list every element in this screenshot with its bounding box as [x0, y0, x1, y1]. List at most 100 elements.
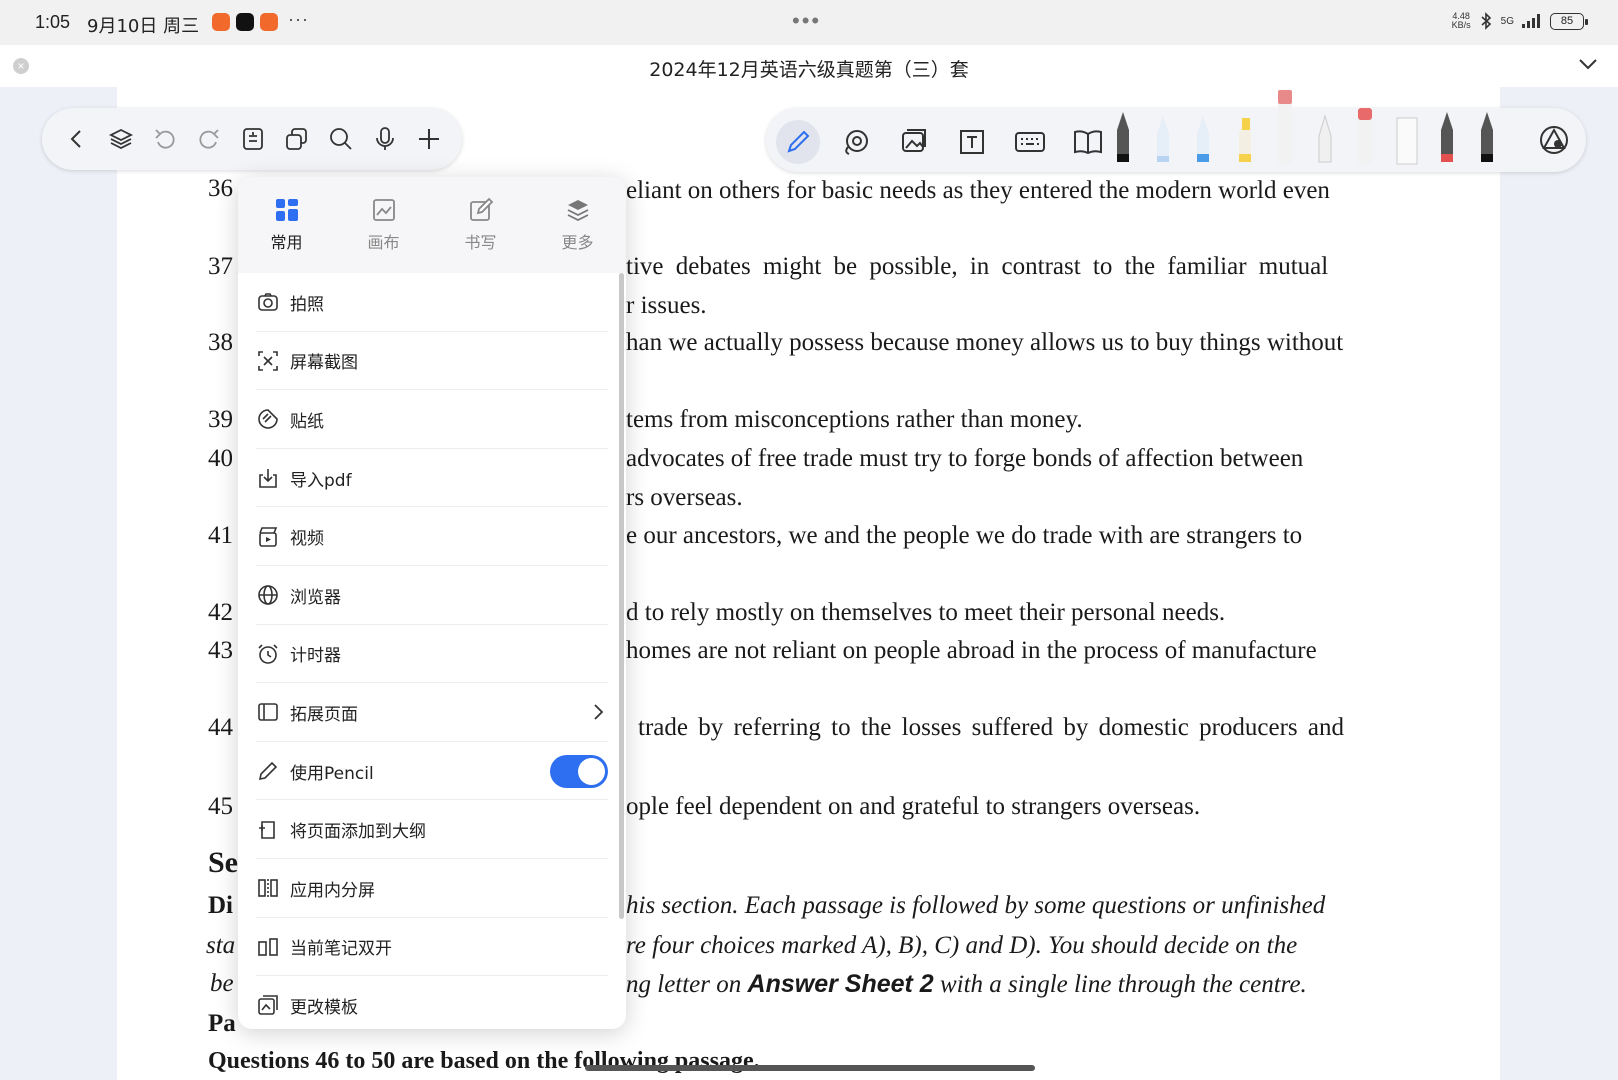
menu-item-label: 拍照 [290, 294, 324, 315]
menu-item-add-to-outline[interactable]: 将页面添加到大纲 [238, 800, 626, 859]
palette-icon[interactable] [1538, 124, 1570, 156]
menu-item-expand-page[interactable]: 拓展页面 [238, 683, 626, 742]
fountain-pen-red[interactable] [1435, 106, 1459, 166]
menu-item-import-pdf[interactable]: 导入pdf [238, 449, 626, 508]
bluetooth-icon [1481, 12, 1491, 30]
status-date: 9月10日 周三 [87, 16, 200, 37]
insert-menu-popup: 常用 画布 书写 更多 拍照 屏幕截图 贴纸 导入pdf 视频 浏览器 计时器 … [238, 177, 626, 1029]
question-text: ople feel dependent on and grateful to s… [626, 793, 1201, 820]
chevron-down-icon[interactable] [1578, 57, 1598, 71]
menu-item-change-template[interactable]: 更改模板 [238, 976, 626, 1029]
question-text: homes are not reliant on people abroad i… [626, 637, 1317, 664]
tab-more[interactable]: 更多 [529, 177, 626, 273]
question-text: eliant on others for basic needs as they… [626, 177, 1330, 204]
network-type: 5G [1500, 15, 1514, 27]
app-notification-icon [212, 13, 230, 31]
screenshot-icon [256, 349, 280, 373]
directions-fragment: Di [208, 892, 233, 919]
menu-item-label: 应用内分屏 [290, 880, 375, 901]
tab-common[interactable]: 常用 [238, 177, 335, 273]
menu-item-dual-open[interactable]: 当前笔记双开 [238, 918, 626, 977]
directions-text: ng letter on Answer Sheet 2 with a singl… [626, 970, 1307, 999]
document-title[interactable]: 2024年12月英语六级真题第（三）套 [0, 55, 1618, 82]
question-text: han we actually possess because money al… [626, 329, 1344, 356]
popup-scrollbar[interactable] [619, 273, 624, 919]
section-heading-fragment: Se [208, 846, 238, 879]
menu-item-label: 更改模板 [290, 997, 358, 1018]
menu-item-browser[interactable]: 浏览器 [238, 566, 626, 625]
undo-icon[interactable] [148, 122, 182, 156]
question-number: 38 [208, 329, 233, 356]
layers-icon[interactable] [104, 122, 138, 156]
directions-text-pre: ng letter on [626, 971, 748, 998]
eraser-red[interactable] [1353, 104, 1377, 166]
pencil-blue-light[interactable] [1151, 106, 1175, 166]
status-time: 1:05 [35, 12, 71, 32]
tab-writing[interactable]: 书写 [432, 177, 529, 273]
video-icon [256, 525, 280, 549]
copy-icon[interactable] [280, 122, 314, 156]
fountain-pen-black[interactable] [1111, 106, 1135, 166]
menu-item-label: 当前笔记双开 [290, 939, 392, 960]
camera-icon [256, 290, 280, 314]
tab-label: 画布 [367, 233, 400, 252]
question-number: 43 [208, 637, 233, 664]
redo-icon[interactable] [192, 122, 226, 156]
tab-canvas[interactable]: 画布 [335, 177, 432, 273]
back-icon[interactable] [60, 122, 94, 156]
menu-item-screenshot[interactable]: 屏幕截图 [238, 332, 626, 391]
menu-item-in-app-split[interactable]: 应用内分屏 [238, 859, 626, 918]
answer-sheet-label: Answer Sheet 2 [747, 970, 934, 998]
menu-item-label: 将页面添加到大纲 [290, 822, 426, 843]
question-number: 39 [208, 406, 233, 433]
edit-icon [469, 197, 493, 221]
menu-item-label: 浏览器 [290, 587, 341, 608]
battery-icon: 85 [1550, 12, 1588, 30]
eraser-pink[interactable] [1273, 88, 1297, 166]
directions-text-post: with a single line through the centre. [933, 971, 1307, 998]
menu-item-label: 拓展页面 [290, 704, 358, 725]
canvas-icon [372, 199, 395, 221]
template-icon [256, 993, 280, 1017]
left-toolbar [42, 108, 462, 170]
directions-fragment: be [210, 970, 234, 997]
menu-item-take-photo[interactable]: 拍照 [238, 273, 626, 332]
lasso-icon[interactable] [834, 120, 878, 164]
fountain-pen-black-2[interactable] [1475, 106, 1499, 166]
question-number: 36 [208, 175, 233, 202]
popup-menu-list: 拍照 屏幕截图 贴纸 导入pdf 视频 浏览器 计时器 拓展页面 使用Penci… [238, 273, 626, 1029]
menu-item-label: 计时器 [290, 646, 341, 667]
microphone-icon[interactable] [368, 122, 402, 156]
search-icon[interactable] [324, 122, 358, 156]
menu-item-video[interactable]: 视频 [238, 507, 626, 566]
menu-item-sticker[interactable]: 贴纸 [238, 390, 626, 449]
menu-item-use-pencil[interactable]: 使用Pencil [238, 742, 626, 801]
pencil-grey[interactable] [1313, 106, 1337, 166]
tab-label: 书写 [464, 233, 497, 252]
pen-tool-icon[interactable] [776, 120, 820, 164]
signal-icon [1522, 14, 1540, 28]
book-icon[interactable] [1066, 120, 1110, 164]
highlighter-yellow[interactable] [1233, 106, 1257, 166]
pencil-icon [256, 759, 280, 783]
add-icon[interactable] [412, 122, 446, 156]
question-text: r issues. [626, 292, 707, 319]
outline-icon[interactable] [236, 122, 270, 156]
globe-icon [256, 583, 280, 607]
status-right: 4.48 KB/s 5G 85 [1452, 12, 1588, 30]
chevron-right-icon [594, 704, 604, 720]
question-number: 42 [208, 599, 233, 626]
menu-item-label: 使用Pencil [290, 763, 374, 784]
home-indicator[interactable] [585, 1065, 1035, 1071]
keyboard-icon[interactable] [1008, 120, 1052, 164]
multitask-dots[interactable]: ••• [792, 8, 821, 34]
image-icon[interactable] [892, 120, 936, 164]
menu-item-label: 视频 [290, 529, 324, 550]
use-pencil-toggle[interactable] [550, 754, 608, 788]
menu-item-label: 屏幕截图 [290, 353, 358, 374]
textbox-icon[interactable] [950, 120, 994, 164]
menu-item-timer[interactable]: 计时器 [238, 625, 626, 684]
question-text: trade by referring to the losses suffere… [638, 714, 1344, 741]
ruler[interactable] [1393, 116, 1421, 166]
pencil-blue[interactable] [1191, 106, 1215, 166]
